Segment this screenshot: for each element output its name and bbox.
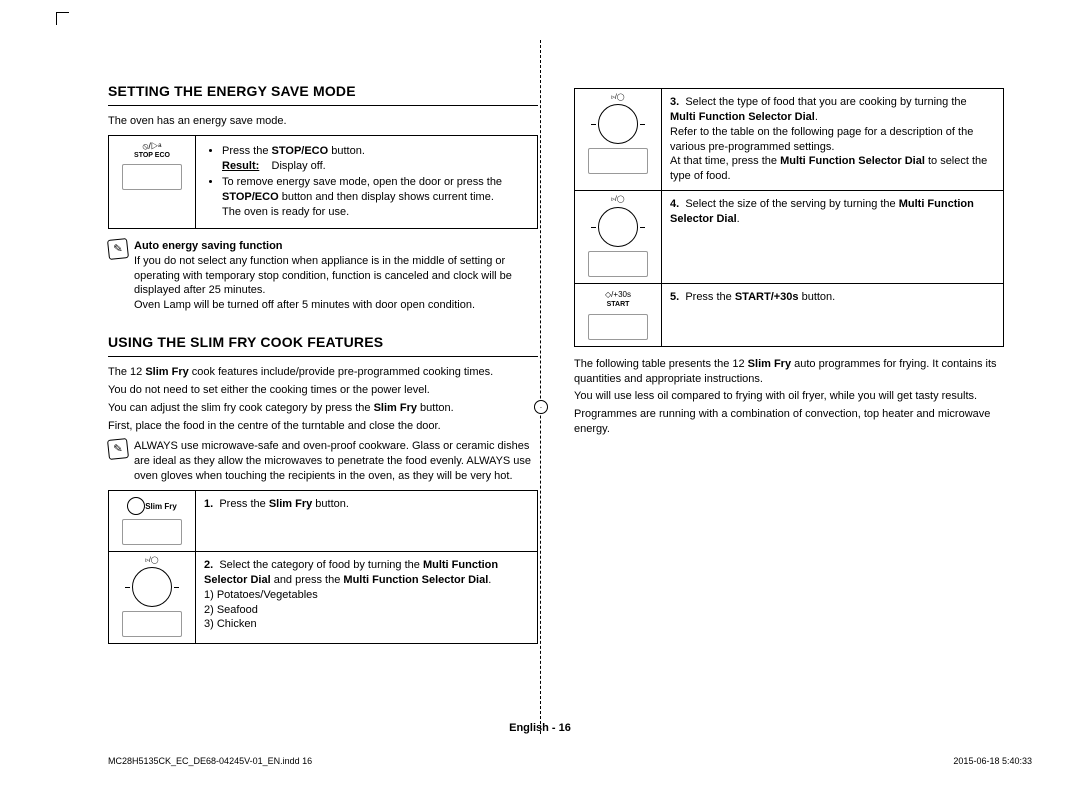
slimfry-p2: You do not need to set either the cookin… <box>108 383 538 398</box>
dial-icon <box>598 207 638 247</box>
slimfry-p1: The 12 Slim Fry cook features include/pr… <box>108 365 538 380</box>
cut-line <box>540 40 541 734</box>
scissor-mark-icon: · <box>534 400 548 414</box>
note-icon: ✎ <box>107 438 129 460</box>
stop-eco-icon: ⦸/▷ᵃ <box>117 142 187 151</box>
dial-top-label: ▹/◯ <box>583 93 653 102</box>
slimfry-steps-table-cont: ▹/◯ 3. Select the type of food that you … <box>574 88 1004 347</box>
display-panel-icon <box>122 164 182 190</box>
display-panel-icon <box>588 314 648 340</box>
dial-icon-cell: ▹/◯ <box>575 191 662 283</box>
note-box: ✎ ALWAYS use microwave-safe and oven-pro… <box>108 439 538 484</box>
table-row: ▹/◯ 2. Select the category of food by tu… <box>109 551 538 643</box>
note-body: Auto energy saving function If you do no… <box>134 239 538 313</box>
heading-slim-fry: USING THE SLIM FRY COOK FEATURES <box>108 333 538 357</box>
manual-page: SETTING THE ENERGY SAVE MODE The oven ha… <box>0 0 1080 792</box>
energy-instructions: Press the STOP/ECO button. Result: Displ… <box>196 135 538 228</box>
note-icon: ✎ <box>107 238 129 260</box>
slimfry-steps-table: Slim Fry 1. Press the Slim Fry button. ▹… <box>108 490 538 644</box>
energy-table: ⦸/▷ᵃ STOP ECO Press the STOP/ECO button.… <box>108 135 538 229</box>
bullet-list: Press the STOP/ECO button. Result: Displ… <box>204 144 529 220</box>
result-label: Result: <box>222 160 259 172</box>
dial-icon <box>132 567 172 607</box>
stop-eco-label: STOP ECO <box>117 151 187 160</box>
start-label: START <box>583 300 653 309</box>
note-body: ALWAYS use microwave-safe and oven-proof… <box>134 439 538 484</box>
display-panel-icon <box>122 519 182 545</box>
slimfry-p3: You can adjust the slim fry cook categor… <box>108 401 538 416</box>
right-p3: Programmes are running with a combinatio… <box>574 407 1004 437</box>
table-row: Slim Fry 1. Press the Slim Fry button. <box>109 490 538 551</box>
page-footer-left: MC28H5135CK_EC_DE68-04245V-01_EN.indd 16 <box>108 756 312 766</box>
display-panel-icon <box>122 611 182 637</box>
dial-top-label: ▹/◯ <box>117 556 187 565</box>
right-p1: The following table presents the 12 Slim… <box>574 357 1004 387</box>
right-column: ▹/◯ 3. Select the type of food that you … <box>574 40 1004 654</box>
crop-mark-icon <box>56 12 69 25</box>
dial-icon <box>598 104 638 144</box>
step-2-text: 2. Select the category of food by turnin… <box>196 551 538 643</box>
list-item: Press the STOP/ECO button. Result: Displ… <box>222 144 529 174</box>
display-panel-icon <box>588 148 648 174</box>
list-item: To remove energy save mode, open the doo… <box>222 175 529 220</box>
start-glyph: ◇/+30s <box>583 290 653 301</box>
table-row: ▹/◯ 3. Select the type of food that you … <box>575 89 1004 191</box>
table-row: ◇/+30s START 5. Press the START/+30s but… <box>575 283 1004 346</box>
content-columns: SETTING THE ENERGY SAVE MODE The oven ha… <box>108 40 1032 654</box>
step-1-text: 1. Press the Slim Fry button. <box>196 490 538 551</box>
slimfry-p4: First, place the food in the centre of t… <box>108 419 538 434</box>
page-footer-right: 2015-06-18 5:40:33 <box>953 756 1032 766</box>
energy-intro: The oven has an energy save mode. <box>108 114 538 129</box>
step-5-text: 5. Press the START/+30s button. <box>662 283 1004 346</box>
dial-top-label: ▹/◯ <box>583 195 653 204</box>
page-footer-center: English - 16 <box>0 722 1080 734</box>
slimfry-button-icon <box>127 497 145 515</box>
step-3-text: 3. Select the type of food that you are … <box>662 89 1004 191</box>
step-4-text: 4. Select the size of the serving by tur… <box>662 191 1004 283</box>
heading-energy-save: SETTING THE ENERGY SAVE MODE <box>108 82 538 106</box>
display-panel-icon <box>588 251 648 277</box>
dial-icon-cell: ▹/◯ <box>109 551 196 643</box>
start-icon-cell: ◇/+30s START <box>575 283 662 346</box>
slimfry-icon-cell: Slim Fry <box>109 490 196 551</box>
table-row: ▹/◯ 4. Select the size of the serving by… <box>575 191 1004 283</box>
right-p2: You will use less oil compared to frying… <box>574 389 1004 404</box>
table-row: ⦸/▷ᵃ STOP ECO Press the STOP/ECO button.… <box>109 135 538 228</box>
note-box: ✎ Auto energy saving function If you do … <box>108 239 538 313</box>
left-column: SETTING THE ENERGY SAVE MODE The oven ha… <box>108 40 538 654</box>
stop-eco-icon-cell: ⦸/▷ᵃ STOP ECO <box>109 135 196 228</box>
dial-icon-cell: ▹/◯ <box>575 89 662 191</box>
